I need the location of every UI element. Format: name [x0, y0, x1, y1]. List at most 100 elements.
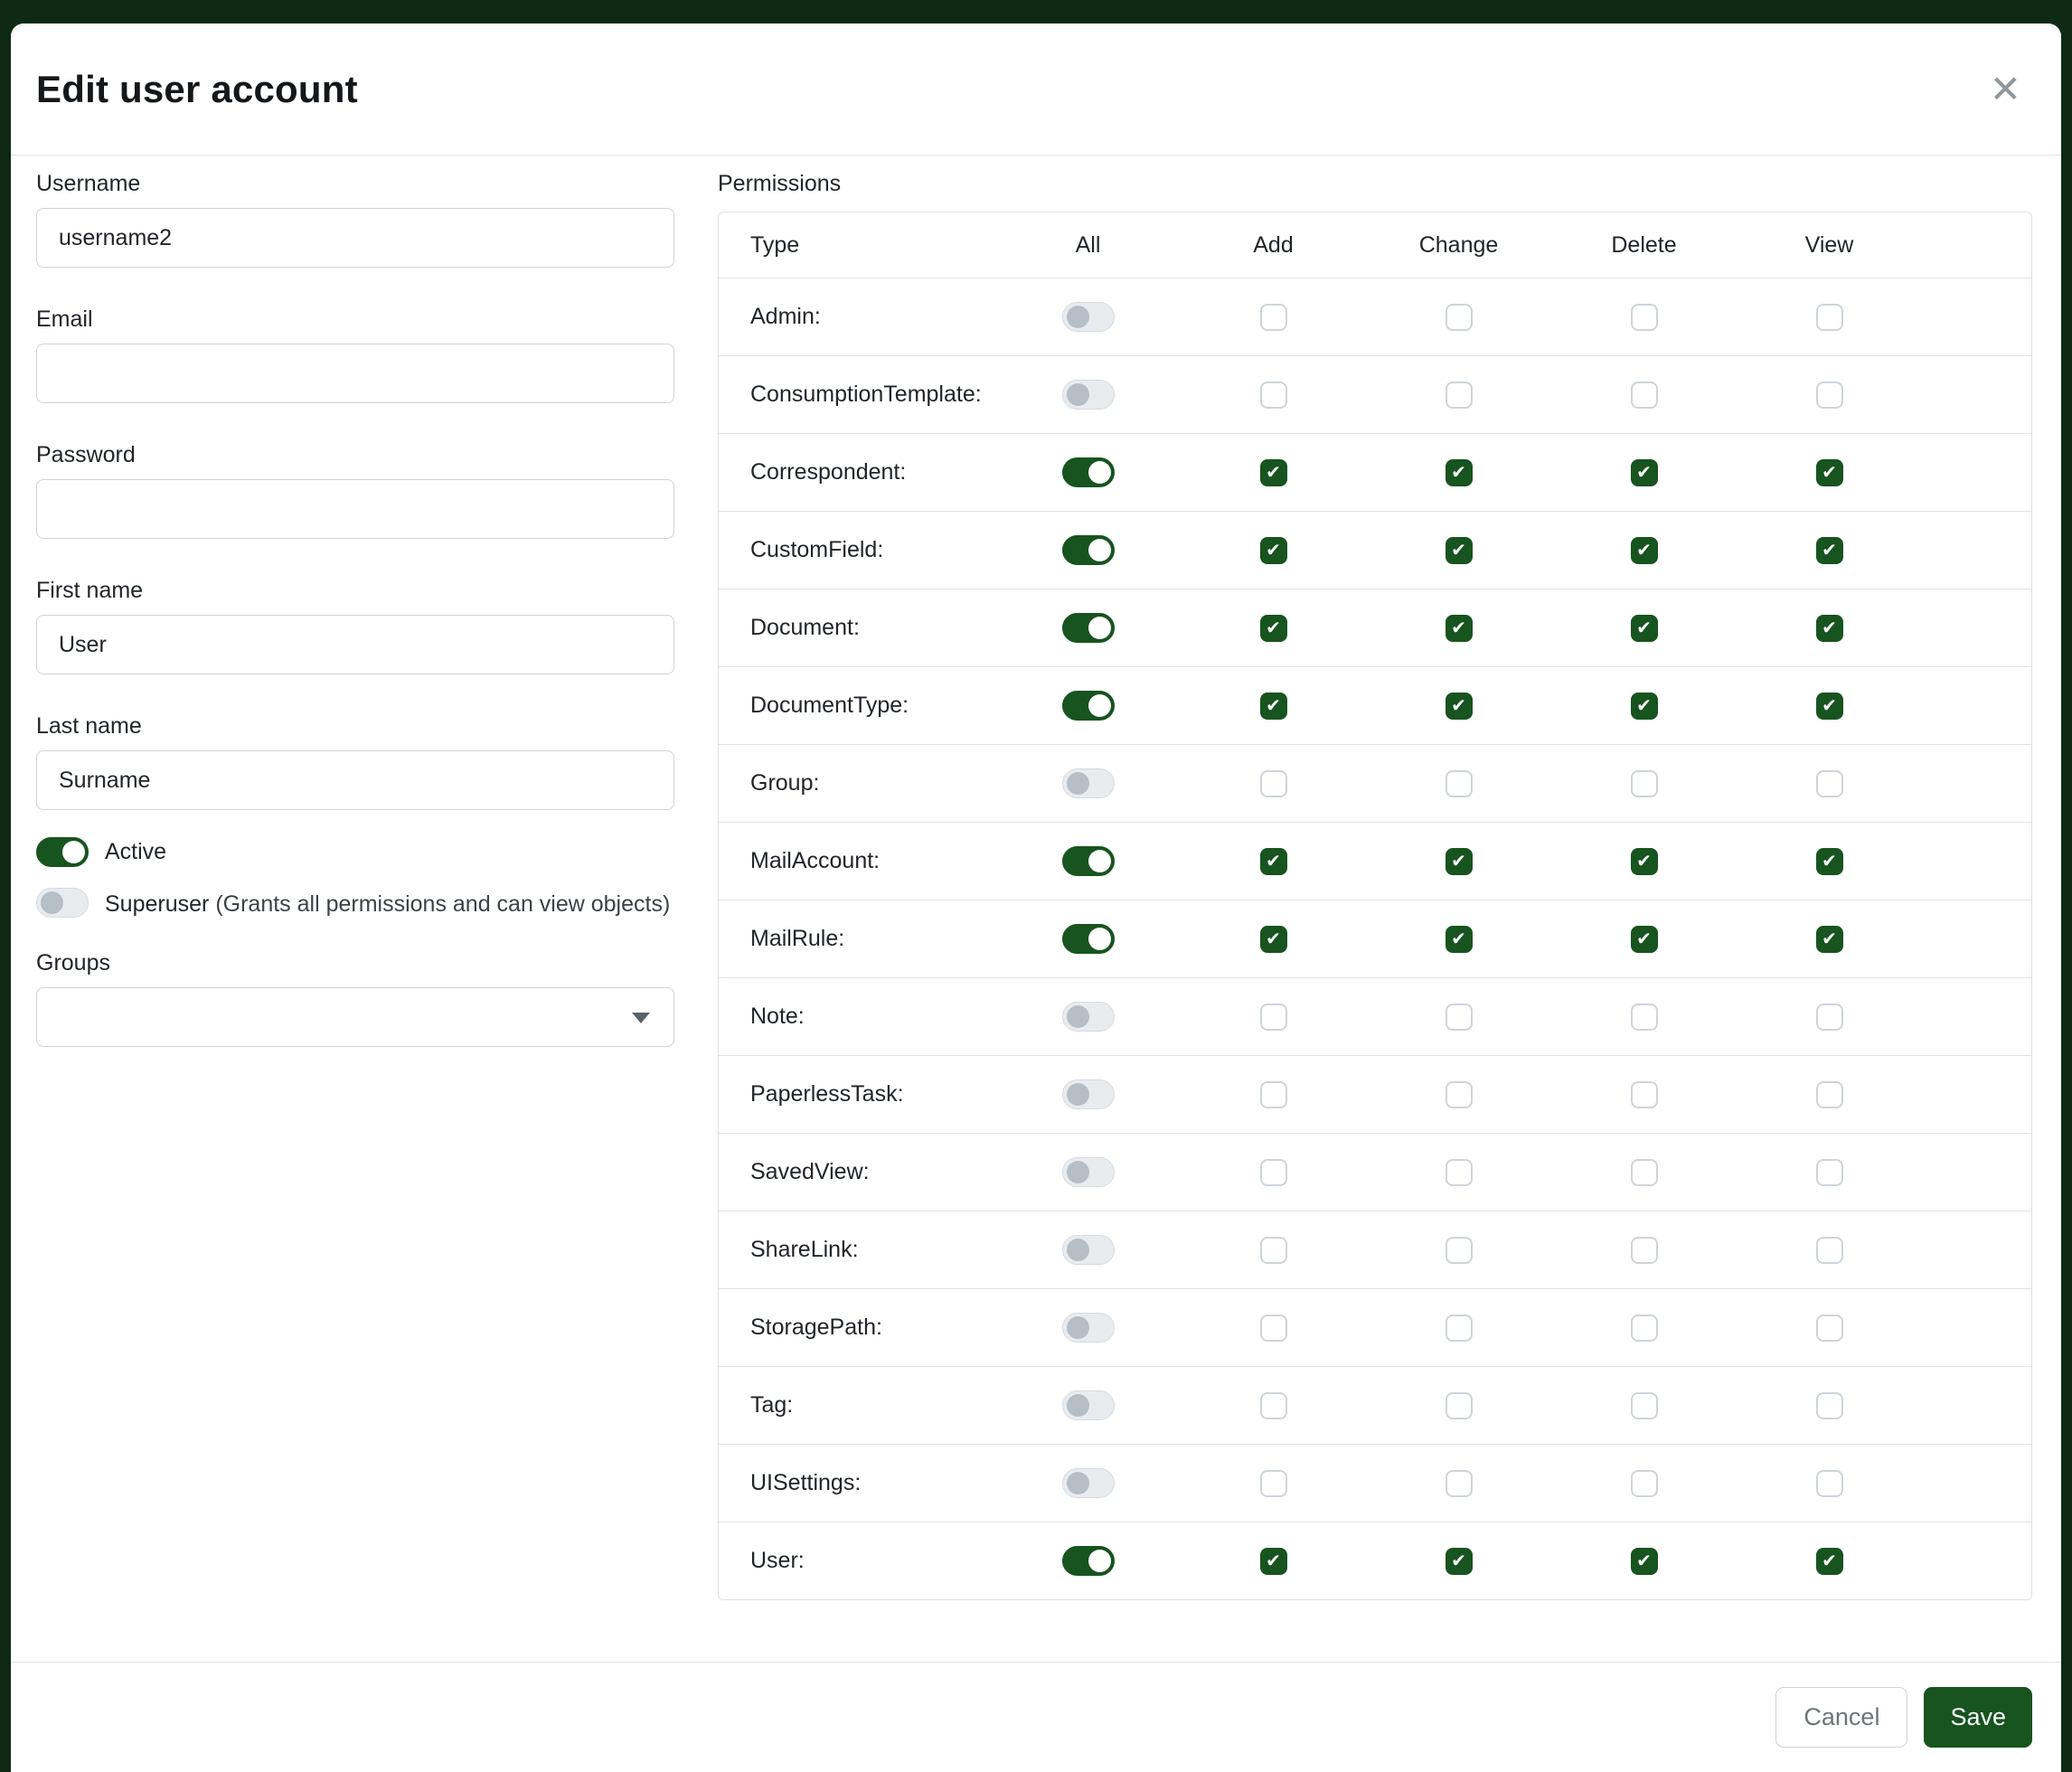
- change-checkbox[interactable]: ✔: [1446, 926, 1473, 953]
- change-checkbox[interactable]: ✔: [1446, 537, 1473, 564]
- delete-checkbox[interactable]: [1631, 1470, 1658, 1497]
- all-toggle[interactable]: [1062, 535, 1115, 565]
- view-checkbox[interactable]: [1816, 1081, 1843, 1108]
- add-checkbox[interactable]: [1260, 304, 1287, 331]
- add-checkbox[interactable]: [1260, 1470, 1287, 1497]
- groups-block: Groups: [36, 947, 674, 1047]
- change-checkbox[interactable]: [1446, 304, 1473, 331]
- view-checkbox[interactable]: ✔: [1816, 848, 1843, 875]
- change-checkbox[interactable]: ✔: [1446, 848, 1473, 875]
- add-checkbox[interactable]: [1260, 1315, 1287, 1342]
- view-checkbox[interactable]: ✔: [1816, 1548, 1843, 1575]
- add-checkbox[interactable]: ✔: [1260, 537, 1287, 564]
- all-toggle[interactable]: [1062, 1313, 1115, 1343]
- all-toggle[interactable]: [1062, 1546, 1115, 1576]
- view-checkbox[interactable]: [1816, 1392, 1843, 1419]
- all-toggle[interactable]: [1062, 380, 1115, 410]
- view-checkbox[interactable]: [1816, 1237, 1843, 1264]
- all-toggle[interactable]: [1062, 691, 1115, 721]
- all-toggle[interactable]: [1062, 457, 1115, 487]
- all-toggle[interactable]: [1062, 846, 1115, 876]
- change-checkbox[interactable]: ✔: [1446, 459, 1473, 486]
- delete-checkbox[interactable]: ✔: [1631, 1548, 1658, 1575]
- delete-checkbox[interactable]: [1631, 1004, 1658, 1031]
- change-checkbox[interactable]: ✔: [1446, 1548, 1473, 1575]
- delete-checkbox[interactable]: ✔: [1631, 537, 1658, 564]
- change-checkbox[interactable]: [1446, 1237, 1473, 1264]
- add-checkbox[interactable]: [1260, 1392, 1287, 1419]
- toggle-knob: [1067, 1161, 1089, 1183]
- view-checkbox[interactable]: [1816, 1159, 1843, 1186]
- delete-checkbox[interactable]: ✔: [1631, 926, 1658, 953]
- delete-checkbox[interactable]: [1631, 1159, 1658, 1186]
- change-checkbox[interactable]: [1446, 1159, 1473, 1186]
- email-input[interactable]: [36, 344, 674, 403]
- delete-checkbox[interactable]: [1631, 382, 1658, 409]
- change-checkbox[interactable]: [1446, 1004, 1473, 1031]
- view-checkbox[interactable]: ✔: [1816, 615, 1843, 642]
- add-checkbox[interactable]: [1260, 770, 1287, 797]
- all-toggle[interactable]: [1062, 302, 1115, 332]
- delete-checkbox[interactable]: ✔: [1631, 693, 1658, 720]
- view-checkbox[interactable]: [1816, 1470, 1843, 1497]
- last-name-input[interactable]: [36, 750, 674, 810]
- delete-checkbox[interactable]: ✔: [1631, 459, 1658, 486]
- all-cell: [995, 924, 1181, 954]
- add-checkbox[interactable]: ✔: [1260, 926, 1287, 953]
- view-checkbox[interactable]: [1816, 770, 1843, 797]
- add-checkbox[interactable]: [1260, 382, 1287, 409]
- all-toggle[interactable]: [1062, 1390, 1115, 1420]
- view-checkbox[interactable]: ✔: [1816, 537, 1843, 564]
- add-checkbox[interactable]: [1260, 1237, 1287, 1264]
- change-checkbox[interactable]: ✔: [1446, 615, 1473, 642]
- view-checkbox[interactable]: [1816, 1004, 1843, 1031]
- all-toggle[interactable]: [1062, 1468, 1115, 1498]
- all-toggle[interactable]: [1062, 613, 1115, 643]
- add-checkbox[interactable]: ✔: [1260, 1548, 1287, 1575]
- add-checkbox[interactable]: [1260, 1081, 1287, 1108]
- add-checkbox[interactable]: ✔: [1260, 459, 1287, 486]
- all-toggle[interactable]: [1062, 1235, 1115, 1265]
- delete-checkbox[interactable]: [1631, 1315, 1658, 1342]
- add-checkbox[interactable]: [1260, 1159, 1287, 1186]
- view-checkbox[interactable]: ✔: [1816, 926, 1843, 953]
- view-checkbox[interactable]: ✔: [1816, 459, 1843, 486]
- save-button[interactable]: Save: [1924, 1687, 2032, 1748]
- superuser-toggle[interactable]: [36, 888, 89, 918]
- delete-checkbox[interactable]: [1631, 304, 1658, 331]
- view-checkbox[interactable]: [1816, 1315, 1843, 1342]
- view-checkbox[interactable]: [1816, 304, 1843, 331]
- column-header-add: Add: [1181, 232, 1366, 259]
- change-checkbox[interactable]: [1446, 1315, 1473, 1342]
- delete-checkbox[interactable]: [1631, 1081, 1658, 1108]
- all-toggle[interactable]: [1062, 768, 1115, 798]
- delete-checkbox[interactable]: [1631, 1237, 1658, 1264]
- username-input[interactable]: [36, 208, 674, 268]
- cancel-button[interactable]: Cancel: [1775, 1687, 1907, 1748]
- change-checkbox[interactable]: [1446, 1470, 1473, 1497]
- view-checkbox[interactable]: ✔: [1816, 693, 1843, 720]
- add-checkbox[interactable]: ✔: [1260, 848, 1287, 875]
- view-checkbox[interactable]: [1816, 382, 1843, 409]
- add-checkbox[interactable]: ✔: [1260, 693, 1287, 720]
- password-input[interactable]: [36, 479, 674, 539]
- all-toggle[interactable]: [1062, 1157, 1115, 1187]
- delete-checkbox[interactable]: ✔: [1631, 848, 1658, 875]
- delete-checkbox[interactable]: ✔: [1631, 615, 1658, 642]
- change-checkbox[interactable]: [1446, 1392, 1473, 1419]
- add-checkbox[interactable]: ✔: [1260, 615, 1287, 642]
- add-checkbox[interactable]: [1260, 1004, 1287, 1031]
- close-icon[interactable]: ✕: [1990, 71, 2021, 108]
- delete-checkbox[interactable]: [1631, 1392, 1658, 1419]
- groups-select[interactable]: [36, 987, 674, 1047]
- change-checkbox[interactable]: [1446, 770, 1473, 797]
- all-toggle[interactable]: [1062, 924, 1115, 954]
- delete-checkbox[interactable]: [1631, 770, 1658, 797]
- all-toggle[interactable]: [1062, 1079, 1115, 1109]
- all-toggle[interactable]: [1062, 1002, 1115, 1032]
- first-name-input[interactable]: [36, 615, 674, 674]
- change-checkbox[interactable]: [1446, 382, 1473, 409]
- active-toggle[interactable]: [36, 837, 89, 867]
- change-checkbox[interactable]: ✔: [1446, 693, 1473, 720]
- change-checkbox[interactable]: [1446, 1081, 1473, 1108]
